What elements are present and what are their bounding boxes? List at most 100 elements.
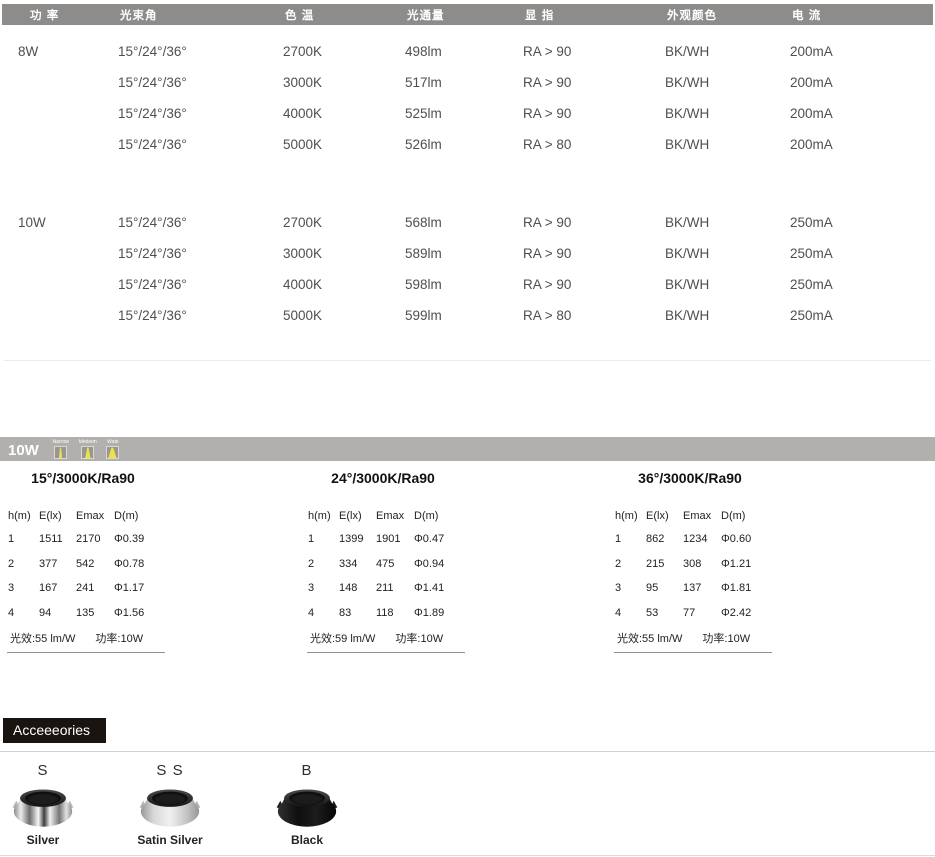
- photometric-value: 1234: [683, 527, 721, 552]
- satin-ring-image: [139, 782, 201, 828]
- cri-header: 显 指: [523, 7, 665, 23]
- photometric-grid: h(m)E(lx)EmaxD(m)115112170Φ0.392377542Φ0…: [5, 505, 173, 625]
- spec-group-10w: 10W15°/24°/36°2700K568lmRA > 90BK/WH250m…: [0, 207, 935, 331]
- accessory-name: Satin Silver: [130, 833, 210, 847]
- power-cell: 10W: [18, 215, 118, 230]
- photometric-table-title: 15°/3000K/Ra90: [5, 470, 173, 488]
- photometric-footer: 光效:55 lm/W功率:10W: [614, 625, 772, 653]
- cct-cell: 4000K: [283, 277, 405, 292]
- current-cell: 200mA: [790, 106, 935, 121]
- current-header: 电 流: [790, 7, 933, 23]
- flux-cell: 517lm: [405, 75, 523, 90]
- current-cell: 250mA: [790, 277, 935, 292]
- photometric-value: 148: [339, 576, 376, 601]
- current-cell: 200mA: [790, 75, 935, 90]
- beam-angle-cell: 15°/24°/36°: [118, 75, 283, 90]
- cri-cell: RA > 90: [523, 106, 665, 121]
- photometric-col-header: h(m): [308, 505, 339, 527]
- photometric-value: 3: [615, 576, 646, 601]
- wide-beam-icon: [106, 446, 119, 459]
- beam-cone: [82, 447, 93, 458]
- photometric-value: 1399: [339, 527, 376, 552]
- accessory-name: Black: [267, 833, 347, 847]
- photometric-value: Φ0.78: [114, 552, 173, 577]
- photometric-table: 24°/3000K/Ra90h(m)E(lx)EmaxD(m)113991901…: [305, 470, 473, 653]
- accessory-name: Silver: [3, 833, 83, 847]
- accessories-title: Acceeeories: [3, 718, 106, 743]
- photometric-col-header: E(lx): [646, 505, 683, 527]
- spec-row: 15°/24°/36°5000K599lmRA > 80BK/WH250mA: [0, 300, 935, 331]
- spec-row: 15°/24°/36°4000K525lmRA > 90BK/WH200mA: [0, 98, 935, 129]
- photometric-value: 137: [683, 576, 721, 601]
- cct-cell: 5000K: [283, 308, 405, 323]
- current-cell: 250mA: [790, 246, 935, 261]
- beam-angle-cell: 15°/24°/36°: [118, 277, 283, 292]
- photometric-col-header: Emax: [376, 505, 414, 527]
- power-label: 功率:10W: [95, 630, 143, 646]
- finish-cell: BK/WH: [665, 75, 790, 90]
- accessory-code: S: [3, 762, 83, 779]
- cri-cell: RA > 90: [523, 75, 665, 90]
- photometric-value: 1511: [39, 527, 76, 552]
- black-ring-image: [276, 782, 338, 828]
- photometric-value: Φ1.81: [721, 576, 780, 601]
- cri-cell: RA > 90: [523, 215, 665, 230]
- photometric-col-header: D(m): [414, 505, 473, 527]
- photometric-value: Φ0.47: [414, 527, 473, 552]
- cri-cell: RA > 80: [523, 137, 665, 152]
- photometric-value: 2: [615, 552, 646, 577]
- photometric-value: 308: [683, 552, 721, 577]
- photometric-value: 475: [376, 552, 414, 577]
- accessory-code: B: [267, 762, 347, 779]
- beam-angle-cell: 15°/24°/36°: [118, 137, 283, 152]
- photometric-value: 4: [308, 601, 339, 626]
- accessories-divider: [0, 751, 935, 752]
- finish-cell: BK/WH: [665, 246, 790, 261]
- cct-cell: 4000K: [283, 106, 405, 121]
- photometric-col-header: Emax: [76, 505, 114, 527]
- photometric-value: Φ0.60: [721, 527, 780, 552]
- spec-row: 8W15°/24°/36°2700K498lmRA > 90BK/WH200mA: [0, 36, 935, 67]
- spec-row: 15°/24°/36°3000K517lmRA > 90BK/WH200mA: [0, 67, 935, 98]
- photometric-value: 83: [339, 601, 376, 626]
- flux-cell: 589lm: [405, 246, 523, 261]
- accessory-card-silver: S Silver: [3, 762, 83, 847]
- photometric-grid: h(m)E(lx)EmaxD(m)113991901Φ0.472334475Φ0…: [305, 505, 473, 625]
- flux-header: 光通量: [405, 7, 523, 23]
- photometric-col-header: h(m): [8, 505, 39, 527]
- beam-label: Medium: [79, 440, 97, 446]
- photometric-value: Φ1.56: [114, 601, 173, 626]
- photometric-value: Φ0.39: [114, 527, 173, 552]
- spec-row: 15°/24°/36°4000K598lmRA > 90BK/WH250mA: [0, 269, 935, 300]
- photometric-col-header: Emax: [683, 505, 721, 527]
- finish-header: 外观颜色: [665, 7, 790, 23]
- cri-cell: RA > 80: [523, 308, 665, 323]
- flux-cell: 568lm: [405, 215, 523, 230]
- photometric-value: 4: [8, 601, 39, 626]
- photometric-value: Φ2.42: [721, 601, 780, 626]
- photometric-value: 1901: [376, 527, 414, 552]
- medium-beam-icon: [81, 446, 94, 459]
- flux-cell: 598lm: [405, 277, 523, 292]
- photometric-value: 377: [39, 552, 76, 577]
- photometric-value: 94: [39, 601, 76, 626]
- photometric-value: Φ1.17: [114, 576, 173, 601]
- photometric-value: 2170: [76, 527, 114, 552]
- flux-cell: 599lm: [405, 308, 523, 323]
- efficacy-label: 光效:55 lm/W: [10, 630, 75, 646]
- photometric-value: 118: [376, 601, 414, 626]
- spec-row: 15°/24°/36°5000K526lmRA > 80BK/WH200mA: [0, 129, 935, 160]
- finish-cell: BK/WH: [665, 44, 790, 59]
- photometric-value: 1: [615, 527, 646, 552]
- photometric-value: 3: [308, 576, 339, 601]
- spec-row: 10W15°/24°/36°2700K568lmRA > 90BK/WH250m…: [0, 207, 935, 238]
- beam-icon-group-wide: Wide: [106, 439, 120, 459]
- cri-cell: RA > 90: [523, 246, 665, 261]
- efficacy-label: 光效:55 lm/W: [617, 630, 682, 646]
- cct-cell: 3000K: [283, 75, 405, 90]
- cri-cell: RA > 90: [523, 277, 665, 292]
- photometric-table-title: 36°/3000K/Ra90: [612, 470, 780, 488]
- photometric-table-title: 24°/3000K/Ra90: [305, 470, 473, 488]
- photometric-value: Φ1.89: [414, 601, 473, 626]
- flux-cell: 525lm: [405, 106, 523, 121]
